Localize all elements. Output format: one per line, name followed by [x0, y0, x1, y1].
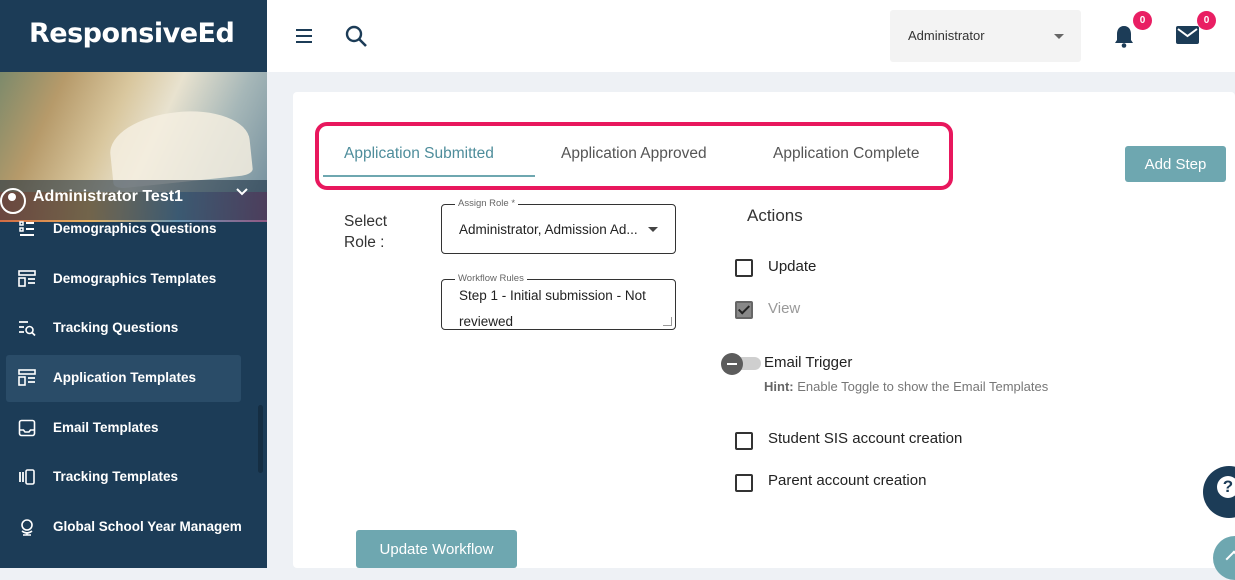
- parent-account-checkbox[interactable]: [735, 474, 753, 492]
- sidebar-scrollbar[interactable]: [258, 405, 263, 473]
- brand-logo: ResponsiveEd: [29, 18, 235, 49]
- caret-down-icon: [1054, 34, 1064, 39]
- student-sis-checkbox[interactable]: [735, 432, 753, 450]
- assign-role-legend: Assign Role *: [455, 198, 519, 209]
- mail-icon[interactable]: [1176, 26, 1199, 49]
- assign-role-value: Administrator, Admission Ad...: [459, 222, 638, 237]
- view-label: View: [768, 300, 801, 317]
- search-icon[interactable]: [344, 24, 368, 53]
- bell-icon[interactable]: [1113, 24, 1135, 53]
- menu-icon[interactable]: [294, 26, 314, 51]
- update-workflow-button[interactable]: Update Workflow: [356, 530, 517, 568]
- email-trigger-hint: Hint: Enable Toggle to show the Email Te…: [764, 379, 1049, 394]
- notifications-badge: 0: [1133, 11, 1152, 30]
- parent-account-label: Parent account creation: [768, 472, 927, 489]
- active-tab-indicator: [323, 175, 535, 177]
- email-trigger-label: Email Trigger: [764, 354, 853, 371]
- chevron-down-icon[interactable]: [235, 184, 249, 201]
- view-checkbox[interactable]: [735, 301, 753, 319]
- template-icon: [18, 270, 36, 288]
- role-select[interactable]: Administrator: [890, 10, 1081, 62]
- topbar: [267, 0, 1235, 72]
- sidebar-item-global-school-year[interactable]: Global School Year Managem: [6, 504, 242, 550]
- sidebar: ResponsiveEd Administrator Test1 Demogra…: [0, 0, 267, 568]
- search-list-icon: [18, 319, 36, 337]
- messages-badge: 0: [1197, 11, 1216, 30]
- template-icon: [18, 369, 36, 387]
- help-icon: ?: [1217, 476, 1235, 498]
- tab-application-approved[interactable]: Application Approved: [561, 145, 707, 163]
- caret-down-icon: [648, 227, 658, 232]
- sidebar-item-email-templates[interactable]: Email Templates: [6, 405, 241, 451]
- sidebar-item-tracking-questions[interactable]: Tracking Questions: [6, 305, 241, 351]
- select-role-label: Select Role :: [344, 213, 388, 251]
- inbox-icon: [18, 419, 36, 437]
- sidebar-item-tracking-templates[interactable]: Tracking Templates: [6, 454, 241, 500]
- sidebar-item-demographics-questions[interactable]: Demographics Questions: [6, 206, 241, 252]
- toggle-knob[interactable]: [721, 353, 743, 375]
- add-step-button[interactable]: Add Step: [1125, 146, 1226, 182]
- sidebar-item-application-templates[interactable]: Application Templates: [6, 355, 241, 402]
- tab-application-complete[interactable]: Application Complete: [773, 145, 919, 163]
- assign-role-select[interactable]: Assign Role * Administrator, Admission A…: [441, 198, 676, 254]
- list-numbered-icon: [18, 220, 36, 238]
- workflow-rules-textarea[interactable]: Workflow Rules Step 1 - Initial submissi…: [441, 273, 676, 330]
- actions-title: Actions: [747, 206, 803, 225]
- columns-icon: [18, 468, 36, 486]
- workflow-rules-value: Step 1 - Initial submission - Not review…: [459, 288, 646, 329]
- tab-application-submitted[interactable]: Application Submitted: [344, 145, 494, 163]
- role-select-value: Administrator: [908, 28, 985, 43]
- sidebar-item-demographics-templates[interactable]: Demographics Templates: [6, 256, 241, 302]
- student-sis-label: Student SIS account creation: [768, 430, 963, 447]
- update-checkbox[interactable]: [735, 259, 753, 277]
- globe-icon: [18, 518, 36, 536]
- resize-handle-icon[interactable]: [663, 317, 672, 326]
- update-label: Update: [768, 258, 817, 275]
- user-name: Administrator Test1: [33, 188, 183, 205]
